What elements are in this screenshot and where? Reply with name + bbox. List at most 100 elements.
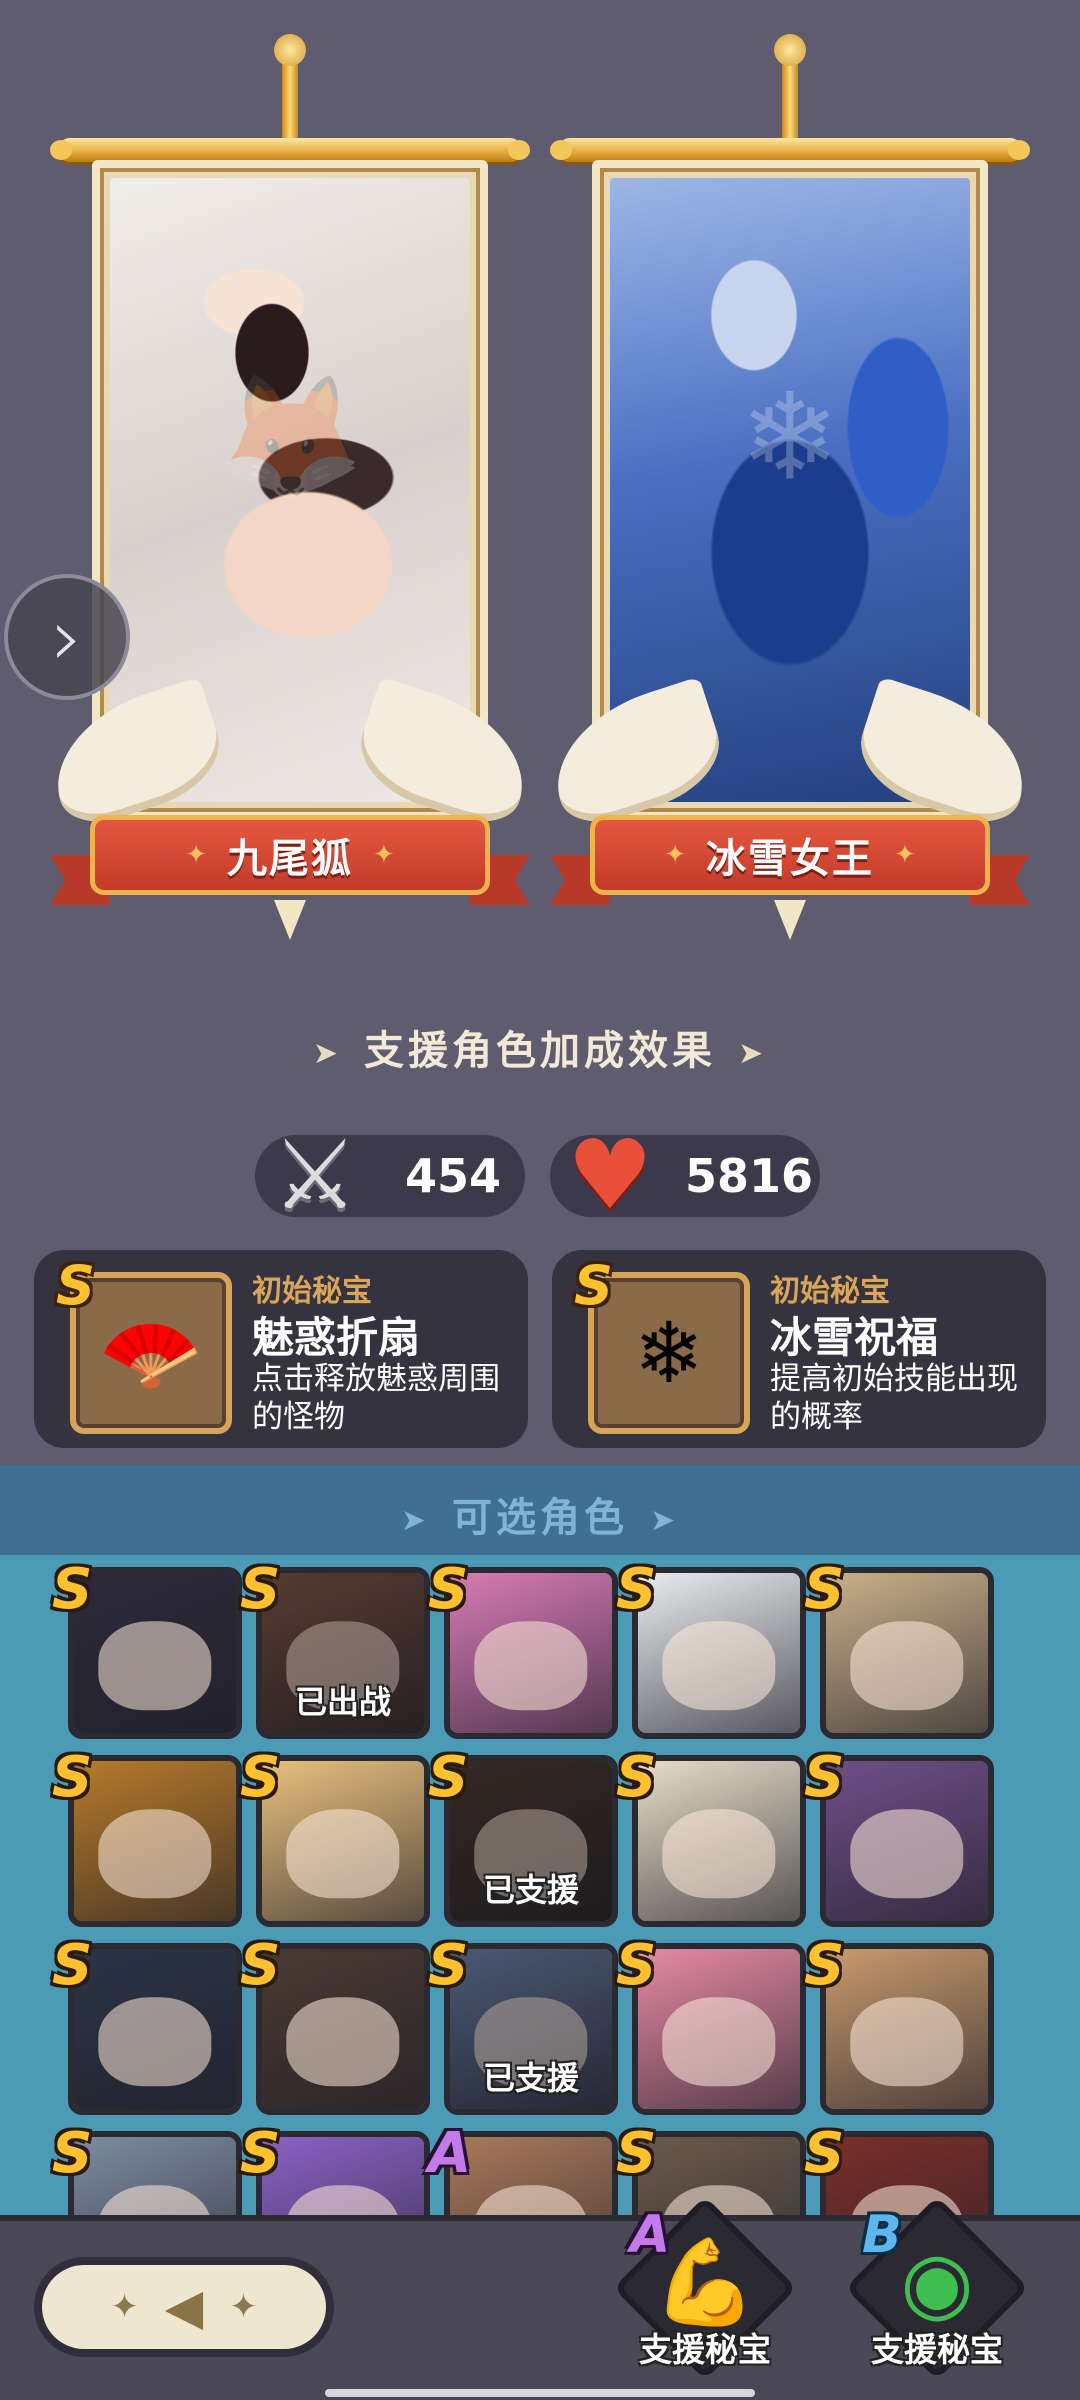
sparkle-icon: ✦ xyxy=(229,2287,258,2327)
treasure-name: 冰雪祝福 xyxy=(770,1313,939,1362)
rank-badge: S xyxy=(240,1557,281,1622)
support-treasure-slot-a[interactable]: 💪 A 支援秘宝 xyxy=(610,2196,800,2395)
ornament-left-icon: ➤ xyxy=(312,1035,342,1071)
rank-badge: A xyxy=(630,2205,671,2265)
hero-portrait xyxy=(450,1573,612,1733)
support-treasure-slot-b[interactable]: ◉ B 支援秘宝 xyxy=(842,2196,1032,2395)
rank-badge: S xyxy=(428,1933,469,1998)
roster-header: ➤ 可选角色 ➤ xyxy=(0,1465,1080,1555)
hero-card[interactable]: S xyxy=(240,1745,430,1927)
hero-portrait xyxy=(262,2137,424,2220)
banner-rod-knob xyxy=(274,34,306,66)
hero-portrait xyxy=(450,2137,612,2220)
hero-name: 冰雪女王 xyxy=(706,836,874,882)
treasure-card-left[interactable]: S 🪭 初始秘宝 魅惑折扇 点击释放魅惑周围的怪物 xyxy=(34,1250,528,1448)
support-treasure-label: 支援秘宝 xyxy=(871,2330,1003,2369)
rank-badge: S xyxy=(616,1557,657,1622)
hero-portrait xyxy=(638,1761,800,1921)
hero-portrait xyxy=(638,1573,800,1733)
ornament-icon: ✦ xyxy=(664,840,686,870)
hero-roster[interactable]: S S 已出战 S S S S S S 已支援 S S S S S 已支援 S S S S A S S xyxy=(0,1555,1080,2220)
ornament-icon: ✦ xyxy=(894,840,916,870)
back-button[interactable]: ✦ ◀ ✦ xyxy=(34,2257,334,2357)
hero-portrait xyxy=(638,1949,800,2109)
hero-name-ribbon: ✦ 冰雪女王 ✦ xyxy=(550,815,1030,905)
support-treasure-label: 支援秘宝 xyxy=(639,2330,771,2369)
rank-badge: S xyxy=(804,2121,845,2186)
rank-badge: S xyxy=(56,1254,95,1317)
attack-value: 454 xyxy=(405,1149,502,1203)
rank-badge: S xyxy=(574,1254,613,1317)
hero-card[interactable]: S xyxy=(52,1557,242,1739)
featured-hero-banner-right[interactable]: ❄ ✦ 冰雪女王 ✦ xyxy=(537,34,1043,960)
treasure-card-right[interactable]: S ❄ 初始秘宝 冰雪祝福 提高初始技能出现的概率 xyxy=(552,1250,1046,1448)
hero-card[interactable]: S xyxy=(240,2121,430,2220)
hero-card[interactable]: S xyxy=(52,2121,242,2220)
hero-card[interactable]: S xyxy=(428,1557,618,1739)
ornament-right-icon: ➤ xyxy=(650,1502,680,1538)
hero-card[interactable]: S 已支援 xyxy=(428,1933,618,2115)
hero-card[interactable]: S xyxy=(52,1933,242,2115)
hero-portrait xyxy=(74,1573,236,1733)
rank-badge: S xyxy=(616,2121,657,2186)
rank-badge: S xyxy=(428,1557,469,1622)
banner-crossbar xyxy=(550,138,1030,162)
hero-name: 九尾狐 xyxy=(227,836,353,882)
rank-badge: A xyxy=(428,2121,472,2186)
ornament-left-icon: ➤ xyxy=(400,1502,430,1538)
next-arrow-button[interactable]: › xyxy=(4,574,130,700)
rank-badge: S xyxy=(52,1745,93,1810)
rank-badge: S xyxy=(52,1557,93,1622)
roster-title: ➤ 可选角色 ➤ xyxy=(400,1495,680,1541)
hero-select-screen: 🦊 ✦ 九尾狐 ✦ ❄ ✦ 冰雪女王 ✦ › ➤ 支援角色加成效果 ➤ ⚔ 45… xyxy=(0,0,1080,2400)
sparkle-icon: ✦ xyxy=(110,2287,139,2327)
hero-status-label: 已出战 xyxy=(294,1683,391,1721)
hero-card[interactable]: S xyxy=(52,1745,242,1927)
hero-card[interactable]: S xyxy=(804,1557,994,1739)
home-indicator xyxy=(325,2389,755,2397)
hero-card[interactable]: S xyxy=(616,1933,806,2115)
rank-badge: S xyxy=(240,1933,281,1998)
rank-badge: S xyxy=(428,1745,469,1810)
health-value: 5816 xyxy=(685,1149,814,1203)
rank-badge: S xyxy=(804,1557,845,1622)
rank-badge: S xyxy=(804,1745,845,1810)
treasure-name: 魅惑折扇 xyxy=(252,1313,421,1362)
attack-stat: ⚔ 454 xyxy=(255,1119,525,1231)
support-bonus-title: ➤ 支援角色加成效果 ➤ xyxy=(312,1028,768,1074)
ornament-icon: ✦ xyxy=(373,840,395,870)
fox-icon: 🦊 xyxy=(215,368,365,508)
hero-name-ribbon: ✦ 九尾狐 ✦ xyxy=(50,815,530,905)
hero-portrait xyxy=(826,1761,988,1921)
hero-card[interactable]: S 已支援 xyxy=(428,1745,618,1927)
hero-status-label: 已支援 xyxy=(482,2059,579,2097)
chevron-right-icon: › xyxy=(51,590,83,684)
hero-card[interactable]: S xyxy=(616,1557,806,1739)
rank-badge: S xyxy=(52,1933,93,1998)
hero-card[interactable]: S xyxy=(240,1933,430,2115)
sword-icon: ⚔ xyxy=(271,1119,359,1231)
hero-card[interactable]: A xyxy=(428,2121,618,2220)
hero-portrait xyxy=(826,1573,988,1733)
hero-card[interactable]: S xyxy=(616,1745,806,1927)
hero-card[interactable]: S 已出战 xyxy=(240,1557,430,1739)
banner-rod-knob xyxy=(774,34,806,66)
banner-crossbar xyxy=(50,138,530,162)
ornament-icon: ✦ xyxy=(185,840,207,870)
hero-status-label: 已支援 xyxy=(482,1871,579,1909)
treasure-description: 点击释放魅惑周围的怪物 xyxy=(252,1361,500,1435)
hero-portrait xyxy=(74,1949,236,2109)
back-arrow-icon: ◀ xyxy=(164,2278,204,2336)
hero-card[interactable]: S xyxy=(804,1745,994,1927)
ornament-right-icon: ➤ xyxy=(738,1035,768,1071)
bottom-bar: ✦ ◀ ✦ 💪 A 支援秘宝 ◉ B 支援秘宝 xyxy=(0,2196,1080,2400)
rank-badge: S xyxy=(804,1933,845,1998)
treasure-description: 提高初始技能出现的概率 xyxy=(770,1361,1018,1435)
heart-icon: ♥ xyxy=(566,1119,654,1231)
hero-portrait xyxy=(262,1949,424,2109)
rank-badge: S xyxy=(240,2121,281,2186)
featured-hero-banner-left[interactable]: 🦊 ✦ 九尾狐 ✦ xyxy=(37,34,543,960)
hero-card[interactable]: S xyxy=(804,1933,994,2115)
health-stat: ♥ 5816 xyxy=(550,1119,820,1231)
rank-badge: S xyxy=(616,1933,657,1998)
